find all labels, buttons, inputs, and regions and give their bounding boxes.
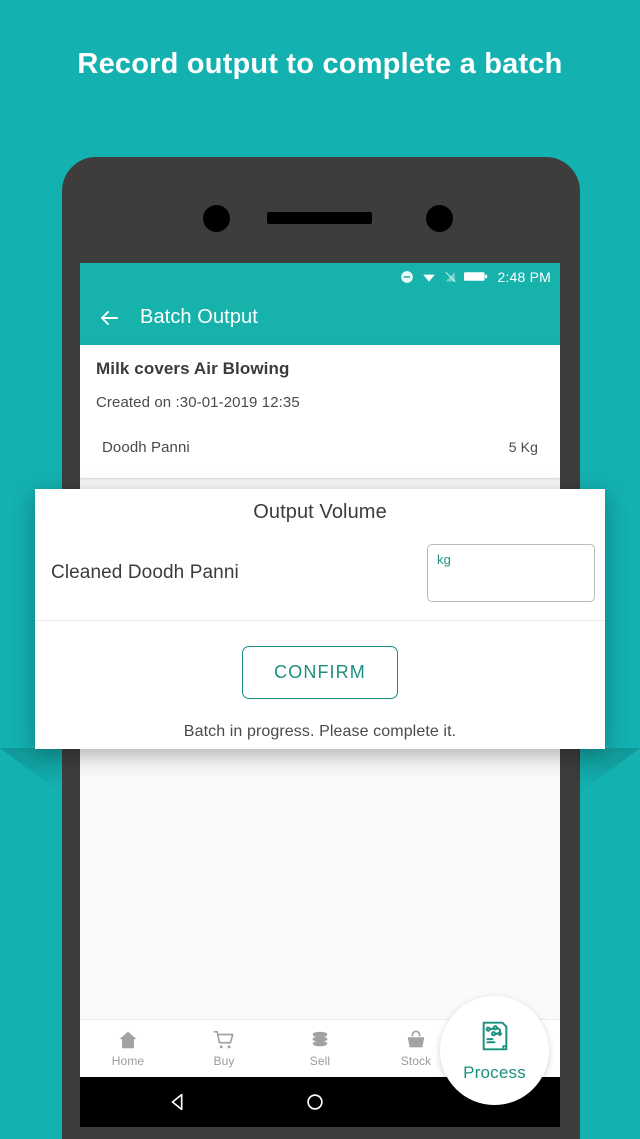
nav-item-process[interactable]: Process xyxy=(440,996,549,1105)
app-bar: Batch Output xyxy=(80,290,560,345)
status-bar: 2:48 PM xyxy=(80,263,560,290)
dialog-shadow-right xyxy=(578,748,640,794)
batch-item-quantity: 5 Kg xyxy=(508,439,538,455)
batch-item-name: Doodh Panni xyxy=(102,439,190,456)
input-unit-label: kg xyxy=(437,552,451,567)
nav-label-process: Process xyxy=(463,1062,526,1082)
android-back-icon[interactable] xyxy=(167,1091,189,1118)
output-volume-dialog: Output Volume Cleaned Doodh Panni kg CON… xyxy=(35,489,605,749)
table-row: Doodh Panni 5 Kg xyxy=(96,439,544,456)
confirm-button[interactable]: CONFIRM xyxy=(242,646,398,699)
status-time: 2:48 PM xyxy=(497,268,551,285)
page-title: Record output to complete a batch xyxy=(77,48,563,80)
coins-stack-icon xyxy=(309,1029,331,1051)
nav-item-home[interactable]: Home xyxy=(80,1020,176,1077)
divider xyxy=(35,620,605,621)
signal-off-icon xyxy=(444,270,457,284)
nav-item-sell[interactable]: Sell xyxy=(272,1020,368,1077)
shopping-cart-icon xyxy=(213,1029,235,1051)
process-document-icon xyxy=(478,1019,512,1058)
confirm-button-wrap: CONFIRM xyxy=(35,646,605,699)
dialog-shadow-left xyxy=(0,748,62,794)
nav-label-sell: Sell xyxy=(309,1054,331,1068)
do-not-disturb-icon xyxy=(400,270,414,284)
batch-created-on: Created on :30-01-2019 12:35 xyxy=(96,394,300,411)
nav-label-buy: Buy xyxy=(213,1054,235,1068)
output-item-label: Cleaned Doodh Panni xyxy=(51,562,239,583)
nav-item-buy[interactable]: Buy xyxy=(176,1020,272,1077)
nav-label-stock: Stock xyxy=(400,1054,432,1068)
dialog-footnote: Batch in progress. Please complete it. xyxy=(183,723,457,740)
back-arrow-icon[interactable] xyxy=(97,306,121,330)
dialog-title: Output Volume xyxy=(253,501,387,523)
nav-label-home: Home xyxy=(111,1054,145,1068)
app-bar-title: Batch Output xyxy=(140,306,258,328)
android-home-icon[interactable] xyxy=(304,1091,326,1118)
battery-icon xyxy=(464,270,488,283)
output-volume-row: Cleaned Doodh Panni kg xyxy=(35,524,605,602)
wifi-icon xyxy=(421,270,437,284)
batch-title: Milk covers Air Blowing xyxy=(96,359,290,378)
basket-icon xyxy=(405,1029,427,1051)
sensor-icon xyxy=(426,205,453,232)
batch-card[interactable]: Milk covers Air Blowing Created on :30-0… xyxy=(80,345,560,478)
camera-icon xyxy=(203,205,230,232)
speaker-grille xyxy=(267,212,372,224)
home-icon xyxy=(117,1029,139,1051)
screen-content: Milk covers Air Blowing Created on :30-0… xyxy=(80,345,560,478)
output-quantity-input[interactable]: kg xyxy=(427,544,595,602)
